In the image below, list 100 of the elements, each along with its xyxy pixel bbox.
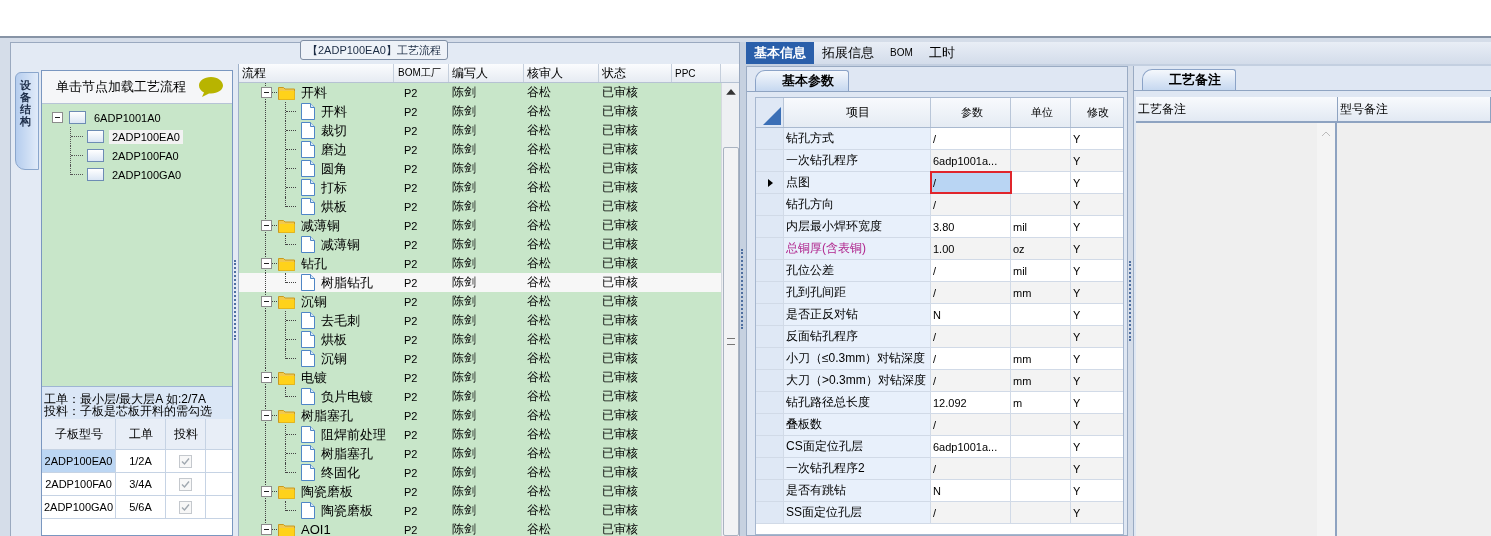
- flow-row[interactable]: 电镀 P2 陈剑 谷松 已审核: [239, 368, 721, 387]
- collapse-toggle-icon[interactable]: [52, 112, 63, 123]
- flow-row[interactable]: 负片电镀 P2 陈剑 谷松 已审核: [239, 387, 721, 406]
- table-cell[interactable]: /: [931, 194, 1011, 215]
- flow-row[interactable]: 沉铜 P2 陈剑 谷松 已审核: [239, 349, 721, 368]
- flow-row[interactable]: 磨边 P2 陈剑 谷松 已审核: [239, 140, 721, 159]
- table-cell[interactable]: 3.80: [931, 216, 1011, 237]
- flow-row[interactable]: 开料 P2 陈剑 谷松 已审核: [239, 102, 721, 121]
- flow-row[interactable]: 树脂塞孔 P2 陈剑 谷松 已审核: [239, 406, 721, 425]
- table-cell[interactable]: /: [931, 370, 1011, 391]
- tab[interactable]: 基本信息: [746, 42, 814, 64]
- column-header[interactable]: 单位: [1011, 98, 1071, 127]
- flow-row[interactable]: 减薄铜 P2 陈剑 谷松 已审核: [239, 216, 721, 235]
- table-cell[interactable]: 6adp1001a...: [931, 436, 1011, 457]
- column-header[interactable]: 状态: [599, 64, 672, 82]
- node-icon: [87, 130, 104, 143]
- collapse-toggle-icon[interactable]: [261, 486, 272, 497]
- side-tab[interactable]: 设备结构: [15, 72, 39, 170]
- flow-row[interactable]: 终固化 P2 陈剑 谷松 已审核: [239, 463, 721, 482]
- table-cell-text: P2: [403, 427, 419, 443]
- flow-row[interactable]: 去毛刺 P2 陈剑 谷松 已审核: [239, 311, 721, 330]
- table-cell-text: 已审核: [601, 217, 639, 234]
- table-cell-text: 陈剑: [451, 312, 477, 329]
- flow-row[interactable]: 陶瓷磨板 P2 陈剑 谷松 已审核: [239, 482, 721, 501]
- table-cell[interactable]: /: [931, 282, 1011, 303]
- table-cell[interactable]: /: [931, 172, 1011, 193]
- column-header[interactable]: 编写人: [449, 64, 524, 82]
- scroll-thumb[interactable]: [722, 146, 739, 536]
- table-cell[interactable]: 2ADP100GA0: [42, 496, 116, 518]
- table-cell[interactable]: /: [931, 128, 1011, 149]
- column-header[interactable]: 工单: [116, 419, 166, 449]
- scrollbar[interactable]: [721, 83, 739, 536]
- step-name: 树脂塞孔: [301, 406, 353, 425]
- flow-row[interactable]: 打标 P2 陈剑 谷松 已审核: [239, 178, 721, 197]
- tab[interactable]: 拓展信息: [814, 42, 882, 64]
- tab[interactable]: 工时: [920, 42, 963, 64]
- column-header[interactable]: 子板型号: [42, 419, 116, 449]
- collapse-toggle-icon[interactable]: [261, 220, 272, 231]
- column-header[interactable]: 流程: [239, 64, 394, 82]
- column-header[interactable]: PPC: [672, 64, 721, 82]
- flow-row[interactable]: 阻焊前处理 P2 陈剑 谷松 已审核: [239, 425, 721, 444]
- tree-item[interactable]: 6ADP1001A0: [91, 110, 164, 125]
- table-cell[interactable]: 1.00: [931, 238, 1011, 259]
- table-cell[interactable]: /: [931, 458, 1011, 479]
- table-cell[interactable]: /: [931, 260, 1011, 281]
- collapse-toggle-icon[interactable]: [261, 524, 272, 535]
- table-cell: m: [1011, 392, 1071, 413]
- collapse-toggle-icon[interactable]: [261, 410, 272, 421]
- checkbox[interactable]: [179, 454, 192, 468]
- table-cell[interactable]: N: [931, 304, 1011, 325]
- table-cell-text: 陈剑: [451, 141, 477, 158]
- tree-item[interactable]: 2ADP100EA0: [109, 129, 183, 144]
- table-cell-text: 谷松: [526, 407, 552, 424]
- tab[interactable]: 基本参数: [755, 70, 849, 91]
- collapse-toggle-icon[interactable]: [261, 87, 272, 98]
- column-header[interactable]: 投料: [166, 419, 206, 449]
- column-header[interactable]: 核审人: [524, 64, 599, 82]
- checkbox[interactable]: [179, 477, 192, 491]
- flow-row[interactable]: AOI1 P2 陈剑 谷松 已审核: [239, 520, 721, 536]
- checkbox[interactable]: [179, 500, 192, 514]
- table-cell[interactable]: N: [931, 480, 1011, 501]
- table-cell[interactable]: 2ADP100EA0: [42, 450, 116, 472]
- tree-item[interactable]: 2ADP100GA0: [109, 167, 185, 182]
- collapse-toggle-icon[interactable]: [261, 258, 272, 269]
- row-selector[interactable]: [756, 172, 784, 193]
- table-cell[interactable]: /: [931, 326, 1011, 347]
- flow-row[interactable]: 圆角 P2 陈剑 谷松 已审核: [239, 159, 721, 178]
- flow-row[interactable]: 烘板 P2 陈剑 谷松 已审核: [239, 197, 721, 216]
- column-header[interactable]: 项目: [784, 98, 931, 127]
- flow-row[interactable]: 烘板 P2 陈剑 谷松 已审核: [239, 330, 721, 349]
- column-header[interactable]: 型号备注: [1338, 97, 1491, 121]
- tree-item[interactable]: 2ADP100FA0: [109, 148, 182, 163]
- flow-row[interactable]: 减薄铜 P2 陈剑 谷松 已审核: [239, 235, 721, 254]
- table-cell[interactable]: 2ADP100FA0: [42, 473, 116, 495]
- collapse-toggle-icon[interactable]: [261, 372, 272, 383]
- corner-icon[interactable]: [763, 107, 781, 125]
- column-header[interactable]: 修改: [1071, 98, 1123, 127]
- column-header[interactable]: 工艺备注: [1136, 97, 1338, 121]
- step-name: 去毛刺: [321, 311, 360, 330]
- flow-row[interactable]: 钻孔 P2 陈剑 谷松 已审核: [239, 254, 721, 273]
- tab[interactable]: BOM: [882, 42, 921, 64]
- flow-row[interactable]: 陶瓷磨板 P2 陈剑 谷松 已审核: [239, 501, 721, 520]
- flow-row[interactable]: 树脂塞孔 P2 陈剑 谷松 已审核: [239, 444, 721, 463]
- table-cell: 3/4A: [116, 473, 166, 495]
- table-cell[interactable]: 6adp1001a...: [931, 150, 1011, 171]
- table-cell[interactable]: /: [931, 414, 1011, 435]
- flow-row[interactable]: 裁切 P2 陈剑 谷松 已审核: [239, 121, 721, 140]
- table-cell[interactable]: /: [931, 502, 1011, 523]
- column-header[interactable]: BOM工厂: [394, 64, 449, 82]
- table-cell[interactable]: 12.092: [931, 392, 1011, 413]
- column-header[interactable]: 参数: [931, 98, 1011, 127]
- flow-row[interactable]: 树脂钻孔 P2 陈剑 谷松 已审核: [239, 273, 721, 292]
- tab[interactable]: 工艺备注: [1142, 69, 1236, 90]
- table-cell-text: 谷松: [526, 388, 552, 405]
- document-icon: [301, 160, 315, 177]
- flow-row[interactable]: 沉铜 P2 陈剑 谷松 已审核: [239, 292, 721, 311]
- table-cell[interactable]: /: [931, 348, 1011, 369]
- collapse-toggle-icon[interactable]: [261, 296, 272, 307]
- flow-row[interactable]: 开料 P2 陈剑 谷松 已审核: [239, 83, 721, 102]
- table-cell-text: 已审核: [601, 274, 639, 291]
